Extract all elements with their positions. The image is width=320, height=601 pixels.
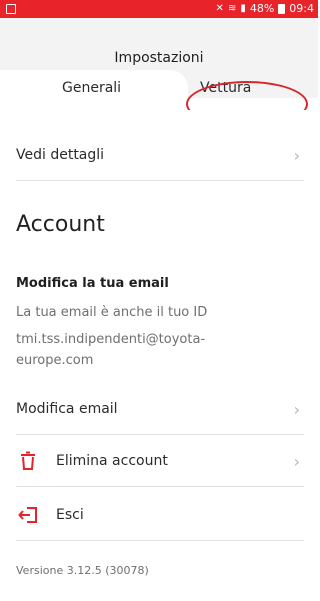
battery-icon xyxy=(278,3,286,14)
chevron-right-icon: › xyxy=(293,400,300,419)
delete-account-label: Elimina account xyxy=(56,453,168,469)
page-title: Impostazioni xyxy=(114,50,204,66)
app-version: Versione 3.12.5 (30078) xyxy=(16,564,149,577)
trash-icon xyxy=(16,449,40,473)
divider xyxy=(16,540,304,541)
logout-icon xyxy=(16,503,40,527)
tab-vettura-label: Vettura xyxy=(200,80,252,96)
modify-email-label: Modifica email xyxy=(16,401,118,417)
view-details-label: Vedi dettagli xyxy=(16,147,105,163)
email-value-line2: europe.com xyxy=(16,353,94,368)
delete-account-row[interactable]: Elimina account › xyxy=(16,436,304,486)
logout-label: Esci xyxy=(56,507,84,523)
divider xyxy=(16,486,304,487)
chevron-right-icon: › xyxy=(293,452,300,471)
tab-vettura[interactable]: Vettura xyxy=(190,70,318,110)
view-details-row[interactable]: Vedi dettagli › xyxy=(16,130,304,180)
battery-percent: 48% xyxy=(249,2,275,15)
tab-generali[interactable]: Generali xyxy=(0,70,188,110)
email-value-line1: tmi.tss.indipendenti@toyota- xyxy=(16,332,206,347)
tab-generali-label: Generali xyxy=(62,80,122,96)
clock: 09:4 xyxy=(289,2,314,15)
email-section-title: Modifica la tua email xyxy=(16,276,169,291)
logout-row[interactable]: Esci xyxy=(16,490,304,540)
modify-email-row[interactable]: Modifica email › xyxy=(16,384,304,434)
mute-icon: ✕ xyxy=(215,3,224,14)
app-notification-icon xyxy=(6,4,16,14)
divider xyxy=(16,434,304,435)
status-bar: ✕ ≋ ▮ 48% 09:4 xyxy=(0,0,318,18)
email-hint: La tua email è anche il tuo ID xyxy=(16,305,208,320)
signal-icon: ▮ xyxy=(240,3,246,14)
account-section-title: Account xyxy=(16,212,105,237)
chevron-right-icon: › xyxy=(293,146,300,165)
wifi-icon: ≋ xyxy=(227,3,237,14)
status-icons: ✕ ≋ ▮ 48% 09:4 xyxy=(216,2,314,15)
settings-content: Vedi dettagli › Account Modifica la tua … xyxy=(0,110,318,601)
divider xyxy=(16,180,304,181)
